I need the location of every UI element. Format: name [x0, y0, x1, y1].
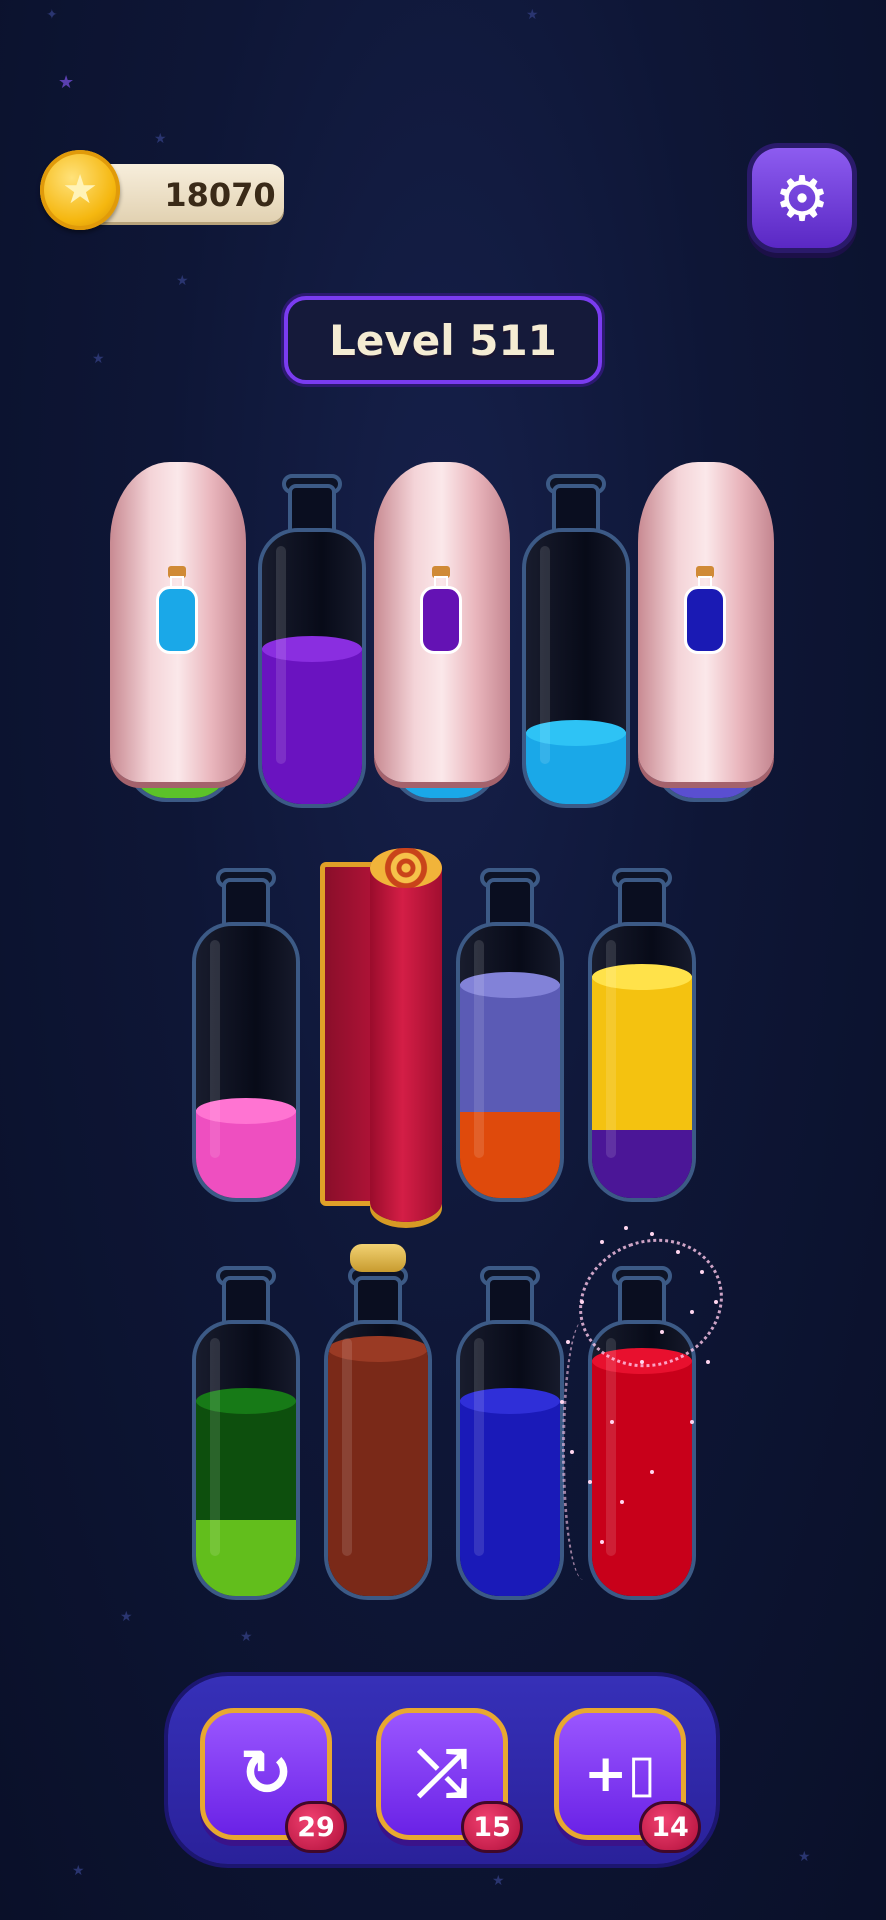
- scroll-spiral: [370, 848, 442, 888]
- sparkle-particle: [600, 1540, 604, 1544]
- shuffle-icon: ⤮: [416, 1737, 468, 1811]
- settings-button[interactable]: ⚙: [752, 148, 852, 248]
- sparkle-particle: [714, 1300, 718, 1304]
- sparkle-particle: [640, 1360, 644, 1364]
- background-star: ★: [58, 72, 75, 93]
- bottle[interactable]: [522, 468, 630, 808]
- hint-bottle-icon: [682, 566, 728, 656]
- sparkle-particle: [650, 1470, 654, 1474]
- sparkle-particle: [620, 1500, 624, 1504]
- sparkle-particle: [706, 1360, 710, 1364]
- gear-icon: ⚙: [774, 161, 830, 235]
- undo-count-badge: 29: [285, 1801, 347, 1853]
- rolled-scroll-cover[interactable]: [320, 848, 442, 1222]
- cloth-cover: [110, 462, 246, 782]
- bottle[interactable]: [456, 862, 564, 1202]
- bottle[interactable]: [192, 1260, 300, 1600]
- hint-bottle-icon: [154, 566, 200, 656]
- sparkle-particle: [566, 1340, 570, 1344]
- background-star: ★: [526, 7, 539, 23]
- add-bottle-icon: +▯: [583, 1744, 657, 1804]
- level-title: Level 511: [284, 296, 602, 384]
- cloth-cover: [374, 462, 510, 782]
- powerup-toolbar: ↻ 29 ⤮ 15 +▯ 14: [168, 1676, 716, 1864]
- background-star: ★: [154, 131, 167, 147]
- coin-balance: 18070: [164, 176, 276, 214]
- hint-bottle-icon: [418, 566, 464, 656]
- cork-icon: [350, 1244, 406, 1272]
- bottle-corked[interactable]: [324, 1244, 432, 1600]
- background-star: ✦: [46, 7, 58, 23]
- coin-counter: 18070 ★: [40, 150, 286, 230]
- background-star: ★: [72, 1863, 85, 1879]
- shuffle-count-badge: 15: [461, 1801, 523, 1853]
- sparkle-particle: [700, 1270, 704, 1274]
- bottle[interactable]: [588, 862, 696, 1202]
- sparkle-particle: [600, 1240, 604, 1244]
- bottle[interactable]: [192, 862, 300, 1202]
- sparkle-particle: [650, 1232, 654, 1236]
- cloth-cover: [638, 462, 774, 782]
- sparkle-particle: [624, 1226, 628, 1230]
- undo-button[interactable]: ↻ 29: [200, 1708, 347, 1853]
- sparkle-particle: [676, 1250, 680, 1254]
- sparkle-particle: [588, 1480, 592, 1484]
- sparkle-particle: [660, 1330, 664, 1334]
- sparkle-particle: [580, 1300, 584, 1304]
- sparkle-particle: [610, 1420, 614, 1424]
- add-bottle-count-badge: 14: [639, 1801, 701, 1853]
- sparkle-particle: [690, 1420, 694, 1424]
- sparkle-particle: [570, 1450, 574, 1454]
- bottle[interactable]: [258, 468, 366, 808]
- star-coin-icon: ★: [40, 150, 120, 230]
- background-star: ★: [176, 273, 189, 289]
- add-bottle-button[interactable]: +▯ 14: [554, 1708, 701, 1853]
- background-star: ★: [120, 1609, 133, 1625]
- sparkle-particle: [560, 1400, 564, 1404]
- sparkle-particle: [690, 1310, 694, 1314]
- bottle[interactable]: [456, 1260, 564, 1600]
- background-star: ★: [798, 1849, 811, 1865]
- background-star: ★: [92, 351, 105, 367]
- bottle-sparkling[interactable]: [560, 1218, 742, 1600]
- scroll-roll: [370, 848, 442, 1222]
- background-star: ★: [240, 1629, 253, 1645]
- sparkle-swirl: [562, 1320, 605, 1580]
- shuffle-button[interactable]: ⤮ 15: [376, 1708, 523, 1853]
- undo-icon: ↻: [239, 1737, 293, 1811]
- background-star: ★: [492, 1873, 505, 1889]
